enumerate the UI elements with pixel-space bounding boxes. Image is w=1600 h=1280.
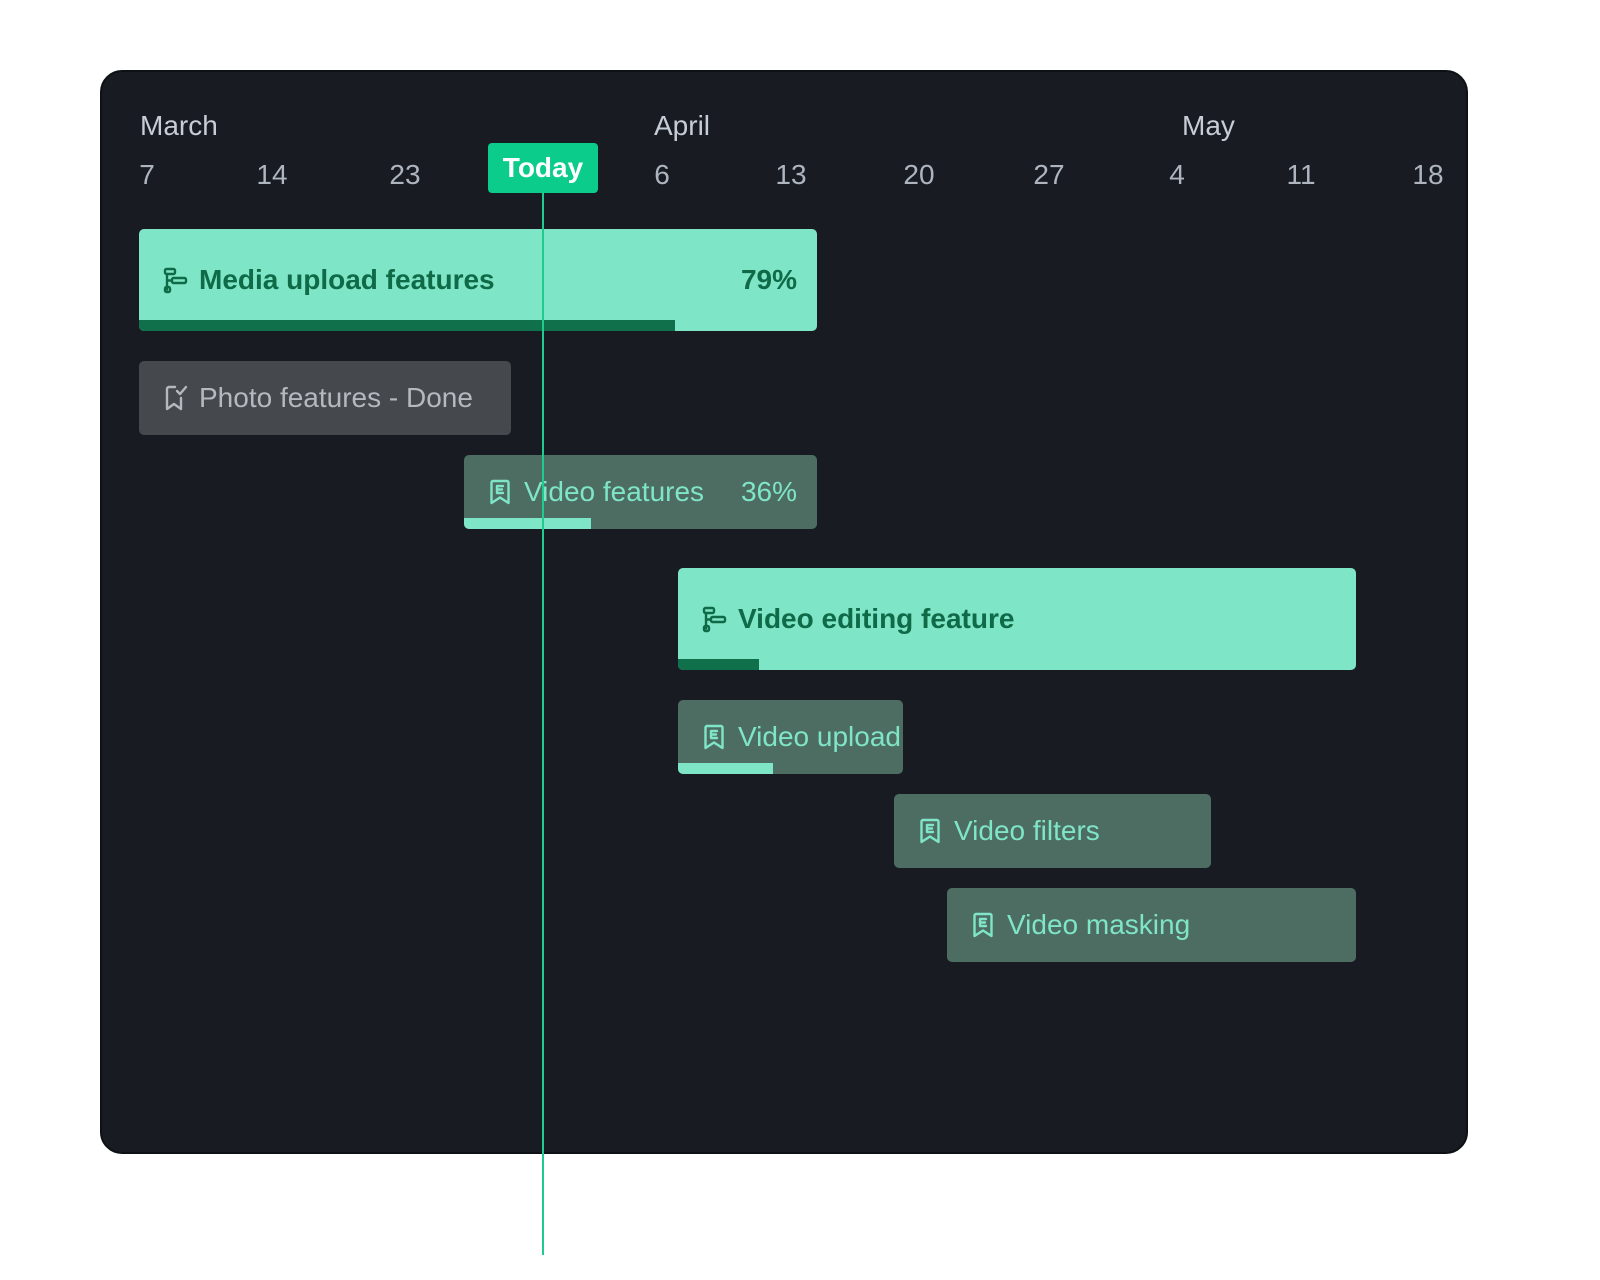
today-marker[interactable]: Today [488, 143, 598, 193]
gantt-bar-video-upload[interactable]: Video upload [678, 700, 903, 774]
gantt-bar-video-features[interactable]: Video features 36% [464, 455, 817, 529]
bar-title: Photo features - Done [199, 382, 473, 413]
bar-title: Media upload features [199, 264, 495, 295]
day-tick: 4 [1169, 159, 1185, 190]
day-tick: 18 [1412, 159, 1444, 190]
day-tick: 20 [903, 159, 935, 190]
progress-fill [464, 518, 592, 529]
month-march: March [140, 110, 218, 141]
gantt-bar-media-upload-features[interactable]: Media upload features 79% [139, 229, 817, 331]
bar-title: Video editing feature [738, 603, 1015, 634]
progress-fill [678, 763, 773, 774]
gantt-bar-video-editing-feature[interactable]: Video editing feature [678, 568, 1356, 670]
bar-title: Video features [524, 476, 705, 507]
bar-percent: 36% [740, 476, 797, 507]
day-tick: 6 [654, 159, 670, 190]
day-tick: 11 [1286, 159, 1316, 190]
day-tick: 14 [256, 159, 288, 190]
day-tick: 27 [1033, 159, 1065, 190]
bookmark-icon [700, 723, 728, 751]
month-may: May [1182, 110, 1235, 141]
bar-title: Video upload [738, 721, 901, 752]
gantt-bar-video-masking[interactable]: Video masking [947, 888, 1356, 962]
bookmark-icon [969, 911, 997, 939]
gantt-bar-photo-features[interactable]: Photo features - Done [139, 361, 511, 435]
progress-fill [139, 320, 675, 331]
bookmark-icon [486, 478, 514, 506]
hierarchy-icon [700, 605, 728, 633]
bar-percent: 79% [740, 264, 797, 295]
bar-title: Video filters [954, 815, 1100, 846]
bar-title: Video masking [1007, 909, 1191, 940]
bookmark-check-icon [161, 384, 189, 412]
gantt-bar-video-filters[interactable]: Video filters [894, 794, 1211, 868]
day-tick: 13 [775, 159, 807, 190]
bookmark-icon [916, 817, 944, 845]
month-april: April [654, 110, 711, 141]
day-tick: 23 [389, 159, 421, 190]
hierarchy-icon [161, 266, 189, 294]
day-tick: 7 [139, 159, 155, 190]
progress-fill [678, 659, 760, 670]
today-line [542, 190, 544, 1255]
